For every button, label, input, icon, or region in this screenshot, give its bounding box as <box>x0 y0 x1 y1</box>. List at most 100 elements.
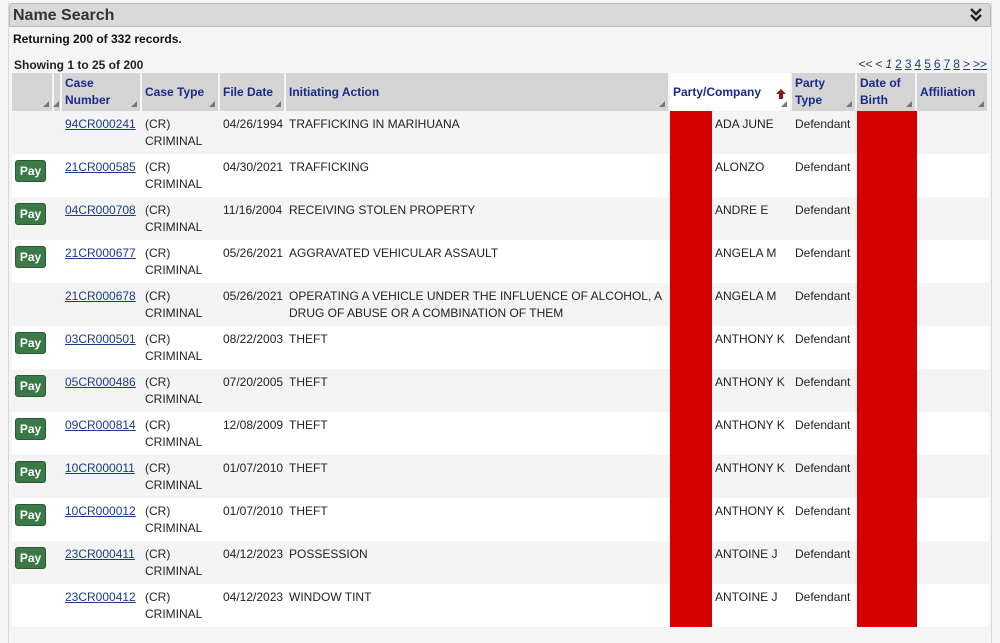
table-row: 21CR000678 (CR) CRIMINAL 05/26/2021 OPERATIN… <box>12 283 989 326</box>
case-number-cell: 03CR000501 <box>62 326 142 369</box>
redacted-block <box>670 369 712 412</box>
col-header-date-of-birth[interactable]: Date of Birth <box>857 73 917 111</box>
case-number-link[interactable]: 10CR000011 <box>65 461 135 475</box>
case-number-link[interactable]: 05CR000486 <box>65 375 136 389</box>
resize-handle-icon[interactable] <box>209 101 215 107</box>
case-number-link[interactable]: 23CR000412 <box>65 590 136 604</box>
redacted-date-of-birth <box>857 498 917 541</box>
pay-cell: Pay <box>12 541 54 584</box>
resize-handle-icon[interactable] <box>781 101 787 107</box>
resize-handle-icon[interactable] <box>131 101 137 107</box>
pager-page-3[interactable]: 3 <box>905 57 912 71</box>
panel-title: Name Search <box>13 7 115 24</box>
redacted-block <box>670 240 712 283</box>
pager-page-5[interactable]: 5 <box>924 57 931 71</box>
case-number-link[interactable]: 10CR000012 <box>65 504 136 518</box>
resize-handle-icon[interactable] <box>906 101 912 107</box>
file-date-cell: 05/26/2021 <box>220 283 286 326</box>
case-type-cell: (CR) CRIMINAL <box>142 455 220 498</box>
initiating-action-cell: THEFT <box>286 369 670 412</box>
party-type-cell: Defendant <box>792 154 857 197</box>
pay-cell <box>12 283 54 326</box>
pay-cell <box>12 584 54 627</box>
redacted-date-of-birth <box>857 455 917 498</box>
redacted-date-of-birth <box>857 154 917 197</box>
select-cell <box>54 541 62 584</box>
pay-button[interactable]: Pay <box>15 375 46 397</box>
pager-first[interactable]: << <box>858 57 872 71</box>
col-header-case-number[interactable]: Case Number <box>62 73 142 111</box>
case-type-name: CRIMINAL <box>145 521 203 535</box>
initiating-action-cell: THEFT <box>286 455 670 498</box>
col-header-party-type[interactable]: Party Type <box>792 73 857 111</box>
case-type-cell: (CR) CRIMINAL <box>142 111 220 154</box>
case-type-cell: (CR) CRIMINAL <box>142 498 220 541</box>
pager-page-8[interactable]: 8 <box>953 57 960 71</box>
party-type-cell: Defendant <box>792 283 857 326</box>
col-header-file-date[interactable]: File Date <box>220 73 286 111</box>
redacted-block <box>670 111 712 154</box>
pagination: << < 1 2 3 4 5 6 7 8 > >> <box>858 57 987 71</box>
pay-button[interactable]: Pay <box>15 246 46 268</box>
pay-button[interactable]: Pay <box>15 160 46 182</box>
resize-handle-icon[interactable] <box>659 101 665 107</box>
case-number-link[interactable]: 21CR000585 <box>65 160 136 174</box>
table-body: 94CR000241 (CR) CRIMINAL 04/26/1994 TRAFFICK… <box>12 111 989 627</box>
case-number-link[interactable]: 21CR000678 <box>65 289 136 303</box>
case-type-code: (CR) <box>145 547 171 561</box>
affiliation-cell <box>917 369 989 412</box>
case-type-code: (CR) <box>145 246 171 260</box>
pager-last[interactable]: >> <box>973 57 987 71</box>
col-header-select[interactable] <box>53 73 62 111</box>
pay-button[interactable]: Pay <box>15 504 46 526</box>
returning-count-text: Returning 200 of 332 records. <box>13 32 182 46</box>
pay-button[interactable]: Pay <box>15 418 46 440</box>
table-row: Pay 09CR000814 (CR) CRIMINAL 12/08/2009 THEFT… <box>12 412 989 455</box>
pager-next[interactable]: > <box>963 57 970 71</box>
case-type-code: (CR) <box>145 203 171 217</box>
case-number-link[interactable]: 04CR000708 <box>65 203 136 217</box>
pay-button[interactable]: Pay <box>15 461 46 483</box>
redacted-block <box>670 283 712 326</box>
resize-handle-icon[interactable] <box>275 101 281 107</box>
pager-page-4[interactable]: 4 <box>915 57 922 71</box>
resize-handle-icon[interactable] <box>846 101 852 107</box>
party-type-cell: Defendant <box>792 455 857 498</box>
resize-handle-icon[interactable] <box>978 101 984 107</box>
pager-prev[interactable]: < <box>875 57 882 71</box>
col-header-pay[interactable] <box>12 73 54 111</box>
col-header-case-type[interactable]: Case Type <box>142 73 220 111</box>
resize-handle-icon[interactable] <box>43 101 49 107</box>
case-type-code: (CR) <box>145 375 171 389</box>
case-type-name: CRIMINAL <box>145 263 203 277</box>
case-number-link[interactable]: 94CR000241 <box>65 117 136 131</box>
case-number-link[interactable]: 21CR000677 <box>65 246 136 260</box>
party-type-cell: Defendant <box>792 412 857 455</box>
pager-page-2[interactable]: 2 <box>895 57 902 71</box>
case-type-code: (CR) <box>145 332 171 346</box>
party-company-cell: ANDRE E <box>712 197 792 240</box>
case-number-link[interactable]: 03CR000501 <box>65 332 136 346</box>
select-cell <box>54 283 62 326</box>
pay-button[interactable]: Pay <box>15 547 46 569</box>
panel-header[interactable]: Name Search <box>9 3 991 27</box>
col-header-affiliation[interactable]: Affiliation <box>917 73 989 111</box>
case-number-link[interactable]: 09CR000814 <box>65 418 136 432</box>
file-date-cell: 12/08/2009 <box>220 412 286 455</box>
col-header-initiating-action[interactable]: Initiating Action <box>286 73 670 111</box>
redacted-block <box>670 154 712 197</box>
table-row: Pay 03CR000501 (CR) CRIMINAL 08/22/2003 THEFT… <box>12 326 989 369</box>
pager-page-7[interactable]: 7 <box>944 57 951 71</box>
redacted-block <box>670 412 712 455</box>
initiating-action-cell: WINDOW TINT <box>286 584 670 627</box>
double-chevron-down-icon[interactable] <box>968 6 984 24</box>
case-type-cell: (CR) CRIMINAL <box>142 412 220 455</box>
pay-button[interactable]: Pay <box>15 332 46 354</box>
pager-page-6[interactable]: 6 <box>934 57 941 71</box>
col-header-party-company[interactable]: Party/Company <box>670 73 792 111</box>
resize-handle-icon[interactable] <box>53 101 59 107</box>
party-type-cell: Defendant <box>792 498 857 541</box>
case-number-link[interactable]: 23CR000411 <box>65 547 135 561</box>
pay-button[interactable]: Pay <box>15 203 46 225</box>
select-cell <box>54 240 62 283</box>
